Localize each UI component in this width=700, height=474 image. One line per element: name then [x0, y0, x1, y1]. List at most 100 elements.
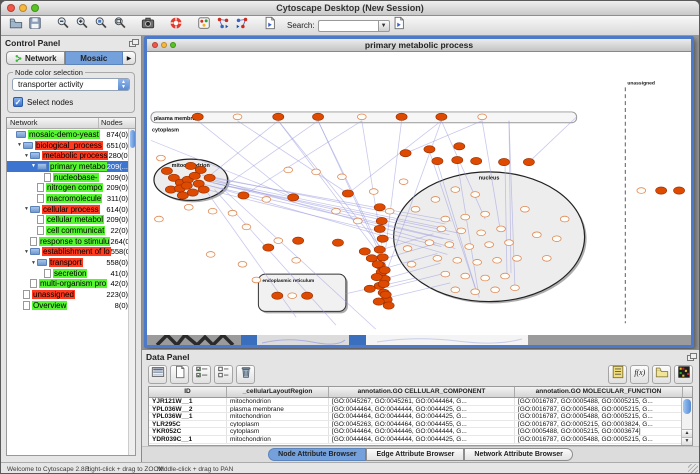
attribute-cell: mitochondrion	[227, 436, 329, 443]
file-icon	[37, 215, 44, 224]
zoom-selected-button[interactable]	[91, 17, 110, 35]
file-icon	[30, 237, 37, 246]
attribute-cell: [GO:0016787, GO:0005215, GO:0003824, G..…	[515, 421, 683, 428]
network-tree-row[interactable]: ▼transport558(0)	[7, 257, 135, 268]
attribute-cell: [GO:0044464, GO:0044444, GO:0044425, G..…	[329, 436, 515, 443]
function-builder-button[interactable]: f(x)	[630, 365, 649, 384]
scroll-up-arrow[interactable]: ▲	[682, 429, 692, 437]
open-folder-button[interactable]	[6, 17, 25, 35]
network-tree-row[interactable]: mosaic-demo-yeast874(0)	[7, 129, 135, 140]
help-lifering-icon	[169, 16, 183, 35]
resize-grip[interactable]	[688, 464, 698, 474]
expand-arrow-icon[interactable]: ▼	[23, 153, 30, 159]
expand-arrow-icon[interactable]: ▼	[30, 260, 37, 266]
network-tree-row[interactable]: nucleobase-209(0)	[7, 172, 135, 183]
attribute-row[interactable]: YDR039C__1mitochondrion[GO:0044464, GO:0…	[149, 436, 692, 444]
column-header[interactable]: annotation.GO CELLULAR_COMPONENT	[329, 387, 515, 397]
layout-hierarchic-button[interactable]	[232, 17, 251, 35]
tree-node-count: 651(0)	[106, 141, 128, 150]
network-canvas[interactable]: plasma membranecytoplasmmitochondrionnuc…	[147, 52, 691, 335]
delete-attribute-trash-icon	[239, 365, 253, 384]
attribute-cell: cytoplasm	[227, 428, 329, 435]
zoom-button[interactable]	[31, 4, 39, 12]
network-tree-row[interactable]: ▼establishment of lo558(0)	[7, 247, 135, 258]
network-view-window[interactable]: primary metabolic process plasma membran…	[144, 36, 694, 348]
camera-snapshot-button[interactable]	[138, 17, 157, 35]
tree-node-label: response to stimulu	[39, 237, 110, 246]
expand-arrow-icon[interactable]: ▼	[23, 249, 30, 255]
tab-network-attribute-browser[interactable]: Network Attribute Browser	[464, 448, 572, 461]
expand-arrow-icon[interactable]: ▼	[16, 142, 23, 148]
network-window-titlebar[interactable]: primary metabolic process	[147, 39, 691, 52]
network-tree-row[interactable]: cellular metabol209(0)	[7, 215, 135, 226]
save-button[interactable]	[25, 17, 44, 35]
tab-mosaic[interactable]: Mosaic	[65, 51, 124, 65]
zoom-in-icon	[75, 16, 89, 35]
search-config-button[interactable]	[390, 17, 409, 35]
attribute-heatmap-button[interactable]	[674, 365, 693, 384]
table-scrollbar[interactable]: ▲ ▼	[681, 398, 692, 445]
network-tree-row[interactable]: multi-organism pro42(0)	[7, 279, 135, 290]
network-tree-row[interactable]: macromolecule311(0)	[7, 193, 135, 204]
nw-close-button[interactable]	[152, 42, 158, 48]
network-tree-row[interactable]: Overview8(0)	[7, 300, 135, 311]
unselect-attributes-button[interactable]	[214, 365, 233, 384]
attribute-heatmap-icon	[677, 365, 691, 384]
network-tree-row[interactable]: ▼metabolic process280(0)	[7, 150, 135, 161]
expand-arrow-icon[interactable]: ▼	[30, 163, 37, 169]
search-input[interactable]	[318, 20, 378, 32]
nw-minimize-button[interactable]	[161, 42, 167, 48]
node-color-selection-group: Node color selection transporter activit…	[7, 72, 135, 113]
select-nodes-checkbox[interactable]: ✓	[13, 97, 23, 107]
column-header[interactable]: ID	[149, 387, 227, 397]
network-tree-row[interactable]: response to stimulu264(0)	[7, 236, 135, 247]
delete-attribute-trash-button[interactable]	[236, 365, 255, 384]
attribute-row[interactable]: YPL036W__2plasma membrane[GO:0044464, GO…	[149, 406, 692, 414]
zoom-fit-button[interactable]	[110, 17, 129, 35]
scroll-down-arrow[interactable]: ▼	[682, 437, 692, 445]
network-tree-row[interactable]: nitrogen compo209(0)	[7, 182, 135, 193]
expand-arrow-icon[interactable]: ▼	[23, 206, 30, 212]
network-tree-row[interactable]: secretion41(0)	[7, 268, 135, 279]
help-lifering-button[interactable]	[166, 17, 185, 35]
tree-node-label: transport	[49, 258, 83, 267]
tab-node-attribute-browser[interactable]: Node Attribute Browser	[268, 448, 366, 461]
network-tree-row[interactable]: unassigned223(0)	[7, 289, 135, 300]
attribute-row[interactable]: YKR052Ccytoplasm[GO:0044464, GO:0044446,…	[149, 428, 692, 436]
column-header[interactable]: _cellularLayoutRegion	[227, 387, 329, 397]
float-panel-icon[interactable]	[129, 39, 137, 46]
tab-scroll-right[interactable]: ▶	[123, 51, 136, 65]
column-header[interactable]: annotation.GO MOLECULAR_FUNCTION	[515, 387, 683, 397]
zoom-out-button[interactable]	[53, 17, 72, 35]
new-attribute-button[interactable]	[170, 365, 189, 384]
nw-zoom-button[interactable]	[170, 42, 176, 48]
search-dropdown-arrow[interactable]: ▼	[378, 20, 390, 32]
app-title: Cytoscape Desktop (New Session)	[1, 3, 699, 13]
vizmapper-button[interactable]	[194, 17, 213, 35]
attribute-row[interactable]: YJR121W__1mitochondrion[GO:0045267, GO:0…	[149, 398, 692, 406]
annotation-page-button[interactable]	[260, 17, 279, 35]
tab-network[interactable]: Network	[6, 51, 65, 65]
tree-scrollbar[interactable]	[128, 129, 135, 455]
tab-edge-attribute-browser[interactable]: Edge Attribute Browser	[366, 448, 464, 461]
network-tree-row[interactable]: ▼biological_process651(0)	[7, 140, 135, 151]
attribute-cell: [GO:0016787, GO:0005488, GO:0005215, G..…	[515, 406, 683, 413]
file-icon	[37, 194, 44, 203]
data-panel: Data Panel f(x) ID_cellularLayoutRegiona…	[142, 349, 699, 462]
close-button[interactable]	[7, 4, 15, 12]
layout-organic-button[interactable]	[213, 17, 232, 35]
network-tree-row[interactable]: cell communicat22(0)	[7, 225, 135, 236]
zoom-in-button[interactable]	[72, 17, 91, 35]
float-data-panel-icon[interactable]	[687, 353, 695, 360]
import-attributes-folder-button[interactable]	[652, 365, 671, 384]
attribute-row[interactable]: YPL036W__1mitochondrion[GO:0044464, GO:0…	[149, 413, 692, 421]
node-color-dropdown[interactable]: transporter activity ▲▼	[12, 78, 130, 91]
attribute-table-button[interactable]	[148, 365, 167, 384]
network-tree-row[interactable]: ▼primary metabo209(...	[7, 161, 135, 172]
network-tree-row[interactable]: ▼cellular process614(0)	[7, 204, 135, 215]
minimize-button[interactable]	[19, 4, 27, 12]
attribute-matrix-button[interactable]	[608, 365, 627, 384]
select-attributes-button[interactable]	[192, 365, 211, 384]
attribute-row[interactable]: YLR295Ccytoplasm[GO:0045263, GO:0044464,…	[149, 421, 692, 429]
tree-node-label: metabolic process	[42, 151, 108, 160]
